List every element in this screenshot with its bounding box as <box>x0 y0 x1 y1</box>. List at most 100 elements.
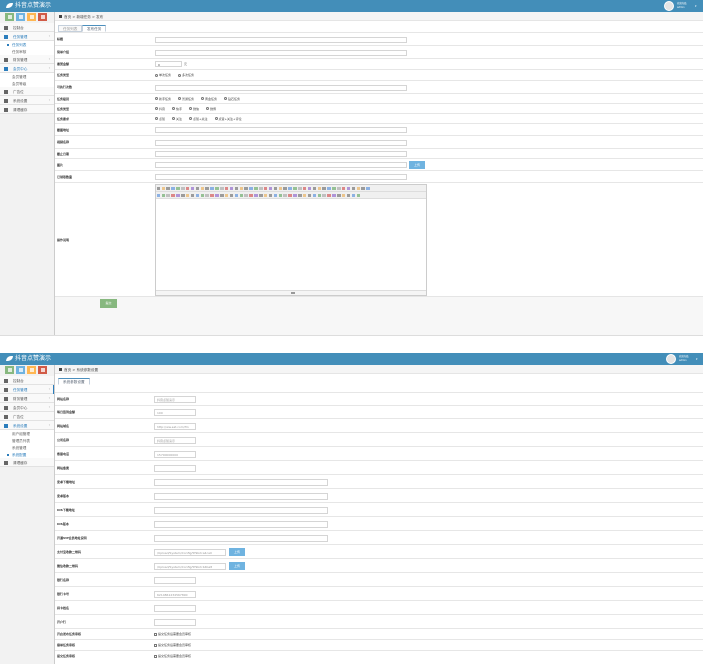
text-input[interactable] <box>154 604 196 612</box>
editor-content-area[interactable] <box>156 199 426 290</box>
sidebar-subitem-system-manage[interactable]: 系统管理 <box>0 444 54 451</box>
text-input[interactable] <box>154 534 328 542</box>
toolbar-tool-icon[interactable] <box>234 186 239 190</box>
toolbar-tool-icon[interactable] <box>156 193 161 197</box>
toolbar-tool-icon[interactable] <box>171 193 175 197</box>
text-input[interactable] <box>155 139 407 146</box>
toolbar-tool-icon[interactable] <box>332 186 336 190</box>
sidebar-item-dashboard[interactable]: 控制台 <box>0 376 54 385</box>
toolbar-tool-icon[interactable] <box>224 186 229 190</box>
toolbar-tool-icon[interactable] <box>293 193 297 197</box>
text-input[interactable] <box>154 478 328 486</box>
radio-option[interactable]: 关注 <box>172 117 182 121</box>
radio-option[interactable]: 多次任务 <box>178 73 194 77</box>
sidebar-item-tasks[interactable]: 任务管理 ‹ <box>0 385 54 394</box>
toolbar-tool-icon[interactable] <box>302 193 307 197</box>
toolbar-tool-icon[interactable] <box>346 193 351 197</box>
toolbar-tool-icon[interactable] <box>234 193 239 197</box>
tab-task-list[interactable]: 任务列表 <box>58 25 83 32</box>
text-input[interactable] <box>155 174 407 180</box>
toolbar-tool-icon[interactable] <box>161 193 166 197</box>
toolbar-tool-icon[interactable] <box>298 186 302 190</box>
toolbar-tool-icon[interactable] <box>337 193 341 197</box>
toolbar-tool-icon[interactable] <box>356 193 361 197</box>
sidebar-subitem-task-review[interactable]: 任务审核 <box>0 48 54 55</box>
stats-shortcut-button[interactable] <box>5 366 14 374</box>
toolbar-tool-icon[interactable] <box>195 186 200 190</box>
text-input[interactable] <box>155 162 407 168</box>
home-icon[interactable] <box>59 368 62 371</box>
toolbar-tool-icon[interactable] <box>278 193 283 197</box>
radio-option[interactable]: 普通任务 <box>178 97 194 101</box>
amount-input[interactable]: 0 <box>155 61 182 67</box>
toolbar-tool-icon[interactable] <box>215 186 219 190</box>
text-input[interactable]: /Upload/System/Config/5f9b2ca4ca0 <box>154 548 226 556</box>
user-greeting[interactable]: 欢迎光临 admin <box>677 2 687 9</box>
sidebar-subitem-task-list[interactable]: 任务列表 <box>0 41 54 48</box>
sidebar-subitem-user-groups[interactable]: 用户组管理 <box>0 430 54 437</box>
radio-option[interactable]: 抖音 <box>155 107 165 111</box>
toolbar-tool-icon[interactable] <box>361 186 365 190</box>
toolbar-tool-icon[interactable] <box>307 186 312 190</box>
checkbox-icon[interactable] <box>154 643 157 647</box>
toolbar-tool-icon[interactable] <box>312 186 317 190</box>
sidebar-subitem-system-config[interactable]: 系统配置 <box>0 451 54 458</box>
text-input[interactable] <box>155 151 407 157</box>
toolbar-tool-icon[interactable] <box>268 193 273 197</box>
upload-button[interactable]: 上传 <box>409 161 425 169</box>
sidebar-item-dashboard[interactable]: 控制台 <box>0 23 54 32</box>
text-input[interactable]: 抖音点赞演示 <box>154 396 196 403</box>
sidebar-item-system[interactable]: 系统设置 ‹ <box>0 96 54 105</box>
settings-shortcut-button[interactable] <box>38 13 47 21</box>
toolbar-tool-icon[interactable] <box>283 186 287 190</box>
toolbar-tool-icon[interactable] <box>205 193 209 197</box>
sidebar-item-clear-cache[interactable]: 清理缓存 <box>0 105 54 114</box>
toolbar-tool-icon[interactable] <box>210 193 214 197</box>
text-input[interactable]: http://ww.sat.com/fm <box>154 422 196 430</box>
radio-option[interactable]: 新手任务 <box>155 97 171 101</box>
toolbar-tool-icon[interactable] <box>288 193 292 197</box>
sidebar-subitem-member-manage[interactable]: 会员管理 <box>0 73 54 80</box>
sidebar-item-members[interactable]: 会员中心 ‹ <box>0 403 54 412</box>
toolbar-tool-icon[interactable] <box>278 186 283 190</box>
toolbar-tool-icon[interactable] <box>254 186 258 190</box>
toolbar-tool-icon[interactable] <box>161 186 166 190</box>
toolbar-tool-icon[interactable] <box>200 193 205 197</box>
checkbox-option[interactable]: 提交任务后需要会员审核 <box>154 632 198 636</box>
toolbar-tool-icon[interactable] <box>156 186 161 190</box>
toolbar-tool-icon[interactable] <box>229 186 234 190</box>
text-input[interactable] <box>154 576 196 584</box>
toolbar-tool-icon[interactable] <box>351 186 356 190</box>
sidebar-item-ads[interactable]: 广告位 <box>0 87 54 96</box>
toolbar-tool-icon[interactable] <box>263 193 268 197</box>
toolbar-tool-icon[interactable] <box>244 186 248 190</box>
upload-button[interactable]: 上传 <box>229 548 245 556</box>
toolbar-tool-icon[interactable] <box>176 186 180 190</box>
toolbar-tool-icon[interactable] <box>200 186 205 190</box>
toolbar-tool-icon[interactable] <box>239 193 244 197</box>
toolbar-tool-icon[interactable] <box>356 186 361 190</box>
toolbar-tool-icon[interactable] <box>288 186 292 190</box>
toolbar-tool-icon[interactable] <box>224 193 229 197</box>
toolbar-tool-icon[interactable] <box>249 193 253 197</box>
avatar[interactable] <box>666 354 676 364</box>
toolbar-tool-icon[interactable] <box>185 193 190 197</box>
toolbar-tool-icon[interactable] <box>166 193 170 197</box>
toolbar-tool-icon[interactable] <box>341 186 346 190</box>
toolbar-tool-icon[interactable] <box>366 186 370 190</box>
text-input[interactable] <box>154 464 196 472</box>
toolbar-tool-icon[interactable] <box>307 193 312 197</box>
toolbar-tool-icon[interactable] <box>351 193 356 197</box>
toolbar-tool-icon[interactable] <box>268 186 273 190</box>
tab-system-settings[interactable]: 系统参数设置 <box>58 378 90 385</box>
toolbar-tool-icon[interactable] <box>346 186 351 190</box>
toolbar-tool-icon[interactable] <box>181 193 185 197</box>
toolbar-tool-icon[interactable] <box>181 186 185 190</box>
toolbar-tool-icon[interactable] <box>337 186 341 190</box>
edit-shortcut-button[interactable] <box>16 366 25 374</box>
text-input[interactable] <box>155 127 407 133</box>
sidebar-subitem-admins[interactable]: 管理员列表 <box>0 437 54 444</box>
avatar[interactable] <box>664 1 674 11</box>
toolbar-tool-icon[interactable] <box>210 186 214 190</box>
stats-shortcut-button[interactable] <box>5 13 14 21</box>
